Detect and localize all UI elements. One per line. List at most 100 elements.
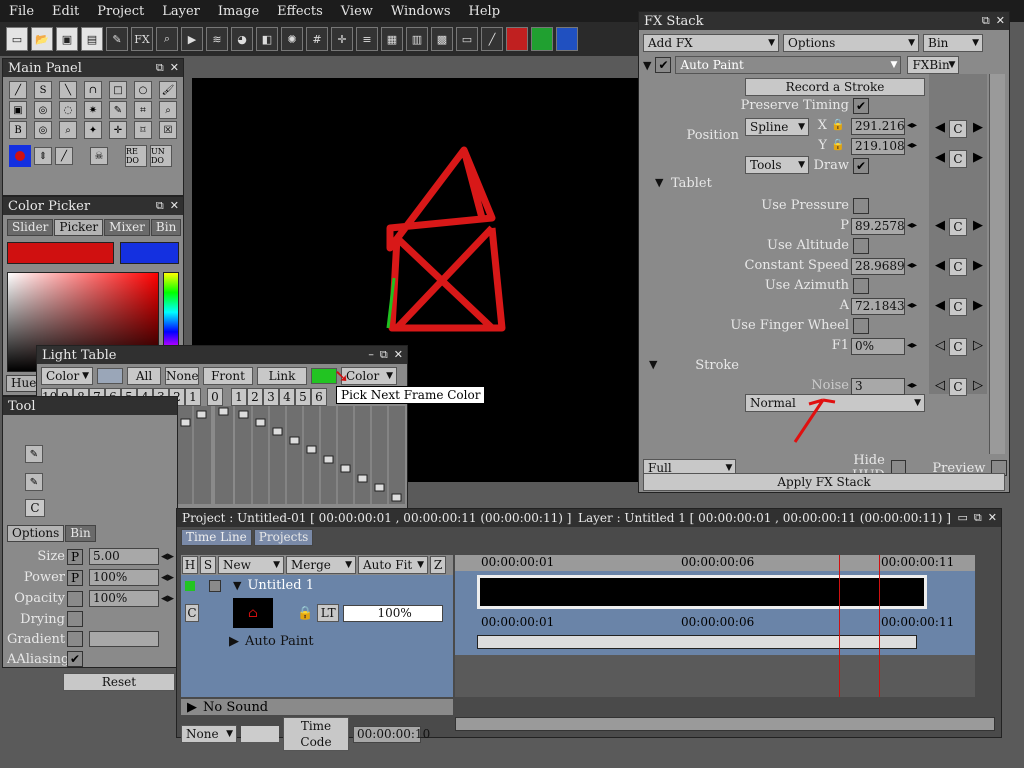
open-folder-icon[interactable]: 📂 xyxy=(31,27,53,51)
frame-strip[interactable] xyxy=(477,575,927,609)
lock-icon[interactable]: 🔒 xyxy=(831,118,845,131)
none-button[interactable]: None xyxy=(165,367,199,385)
minimize-icon[interactable]: – xyxy=(368,348,374,362)
green-stroke-icon[interactable] xyxy=(531,27,553,51)
brush-preset-2-icon[interactable]: ✎ xyxy=(25,473,43,491)
size-input[interactable]: 5.00 xyxy=(89,548,159,565)
redo-button[interactable]: RE DO xyxy=(125,145,147,167)
panel-layout3-icon[interactable]: ▩ xyxy=(431,27,453,51)
use-pressure-checkbox[interactable] xyxy=(853,198,869,214)
lasso-tool-icon[interactable]: S xyxy=(34,81,52,99)
spin-icon[interactable]: ◂▸ xyxy=(907,340,917,351)
playhead-end[interactable] xyxy=(879,555,880,697)
fx-scrollbar[interactable] xyxy=(989,74,1005,454)
link-button[interactable]: Link xyxy=(257,367,307,385)
tab-options[interactable]: Options xyxy=(7,525,65,542)
opacity-input[interactable]: 100% xyxy=(89,590,159,607)
menu-layer[interactable]: Layer xyxy=(153,4,209,19)
frame-num[interactable]: 1 xyxy=(231,388,247,406)
minimize-icon[interactable]: ▭ xyxy=(958,511,968,525)
all-button[interactable]: All xyxy=(127,367,161,385)
playhead-start[interactable] xyxy=(839,555,840,697)
gradient-field[interactable] xyxy=(89,631,159,647)
x-input[interactable]: 291.216 xyxy=(851,118,905,135)
transform-icon[interactable]: ✛ xyxy=(109,121,127,139)
lock-icon[interactable]: 🔒 xyxy=(297,606,313,621)
opacity-spin-icon[interactable]: ◂▸ xyxy=(161,591,177,606)
tab-timeline[interactable]: Time Line xyxy=(181,529,252,546)
c-key-button[interactable]: C xyxy=(949,298,967,316)
panel-layout1-icon[interactable]: ▦ xyxy=(381,27,403,51)
zoom-icon[interactable]: ⌕ xyxy=(156,27,178,51)
panel-layout2-icon[interactable]: ▥ xyxy=(406,27,428,51)
fxbin-select[interactable]: FXBin xyxy=(907,56,960,74)
monitor-icon[interactable]: ▭ xyxy=(456,27,478,51)
prev-key-icon[interactable]: ◀ xyxy=(935,120,945,135)
c-key-button[interactable]: C xyxy=(949,258,967,276)
spin-icon[interactable]: ◂▸ xyxy=(907,300,917,311)
prev-key-icon[interactable]: ◀ xyxy=(935,298,945,313)
reset-button[interactable]: Reset xyxy=(63,673,175,691)
frame-num[interactable]: 3 xyxy=(263,388,279,406)
select-rect-icon[interactable]: ▣ xyxy=(9,101,27,119)
wand-icon[interactable]: ✦ xyxy=(84,121,102,139)
bezier-select-icon[interactable]: B xyxy=(9,121,27,139)
effect-enable-checkbox[interactable]: ✔ xyxy=(655,57,672,73)
draw-checkbox[interactable]: ✔ xyxy=(853,158,869,174)
spline-select[interactable]: Spline xyxy=(745,118,809,136)
crosshair-icon[interactable]: ✛ xyxy=(331,27,353,51)
menu-windows[interactable]: Windows xyxy=(382,4,460,19)
lt-button[interactable]: LT xyxy=(317,604,340,622)
magnify-select-icon[interactable]: ⌕ xyxy=(59,121,77,139)
color-wheel-icon[interactable]: ◕ xyxy=(231,27,253,51)
c-key-button[interactable]: C xyxy=(949,150,967,168)
pencil-tool-icon[interactable]: ╱ xyxy=(9,81,27,99)
float-icon[interactable]: ⧉ xyxy=(156,199,164,213)
folder-icon[interactable]: ▤ xyxy=(81,27,103,51)
layer-name[interactable]: Untitled 1 xyxy=(247,578,314,593)
record-stroke-button[interactable]: Record a Stroke xyxy=(745,78,925,96)
noise-input[interactable]: 3 xyxy=(851,378,905,395)
spin-icon[interactable]: ◂▸ xyxy=(907,120,917,131)
tab-mixer[interactable]: Mixer xyxy=(104,219,150,236)
float-icon[interactable]: ⧉ xyxy=(156,61,164,75)
use-altitude-checkbox[interactable] xyxy=(853,238,869,254)
keyframe-track[interactable] xyxy=(477,635,917,649)
grid-icon[interactable]: # xyxy=(306,27,328,51)
frame-num[interactable]: 4 xyxy=(279,388,295,406)
bg-swatch[interactable] xyxy=(97,368,123,384)
menu-effects[interactable]: Effects xyxy=(268,4,332,19)
red-stroke-icon[interactable] xyxy=(506,27,528,51)
power-input[interactable]: 100% xyxy=(89,569,159,586)
collapse-icon[interactable]: ▼ xyxy=(643,59,651,72)
effect-name-select[interactable]: Auto Paint xyxy=(675,56,902,74)
c-key-button[interactable]: C xyxy=(949,378,967,396)
color-swap-icon[interactable] xyxy=(9,145,31,167)
y-input[interactable]: 219.108 xyxy=(851,138,905,155)
prev-key-icon[interactable]: ◀ xyxy=(935,258,945,273)
menu-project[interactable]: Project xyxy=(88,4,153,19)
timecode-input[interactable]: 00:00:00:10 xyxy=(353,725,430,743)
next-key-icon[interactable]: ▶ xyxy=(973,258,983,273)
opacity-pressure-toggle[interactable] xyxy=(67,590,83,607)
undo-button[interactable]: UN DO xyxy=(150,145,172,167)
menu-help[interactable]: Help xyxy=(460,4,510,19)
brush-select-icon[interactable]: ✎ xyxy=(109,101,127,119)
menu-edit[interactable]: Edit xyxy=(43,4,88,19)
paint-tool-icon[interactable]: 🖌 xyxy=(159,81,177,99)
sound-expand-icon[interactable]: ▶ xyxy=(187,700,197,715)
light-icon[interactable]: ✺ xyxy=(281,27,303,51)
new-layer-select[interactable]: New xyxy=(218,556,284,574)
autopaint-expand-icon[interactable]: ▶ xyxy=(229,634,239,649)
ellipse-select2-icon[interactable]: ◎ xyxy=(34,121,52,139)
menu-image[interactable]: Image xyxy=(209,4,268,19)
bin-select[interactable]: Bin xyxy=(923,34,983,52)
prev-key-icon[interactable]: ◀ xyxy=(935,150,945,165)
color-mode-select[interactable]: Color xyxy=(41,367,93,385)
crop-icon[interactable]: ⌗ xyxy=(134,101,152,119)
prev-key-icon[interactable]: ◀ xyxy=(935,218,945,233)
a-input[interactable]: 72.1843 xyxy=(851,298,905,315)
close-icon[interactable]: ✕ xyxy=(996,14,1005,28)
select-ellipse-icon[interactable]: ◎ xyxy=(34,101,52,119)
use-finger-wheel-checkbox[interactable] xyxy=(853,318,869,334)
